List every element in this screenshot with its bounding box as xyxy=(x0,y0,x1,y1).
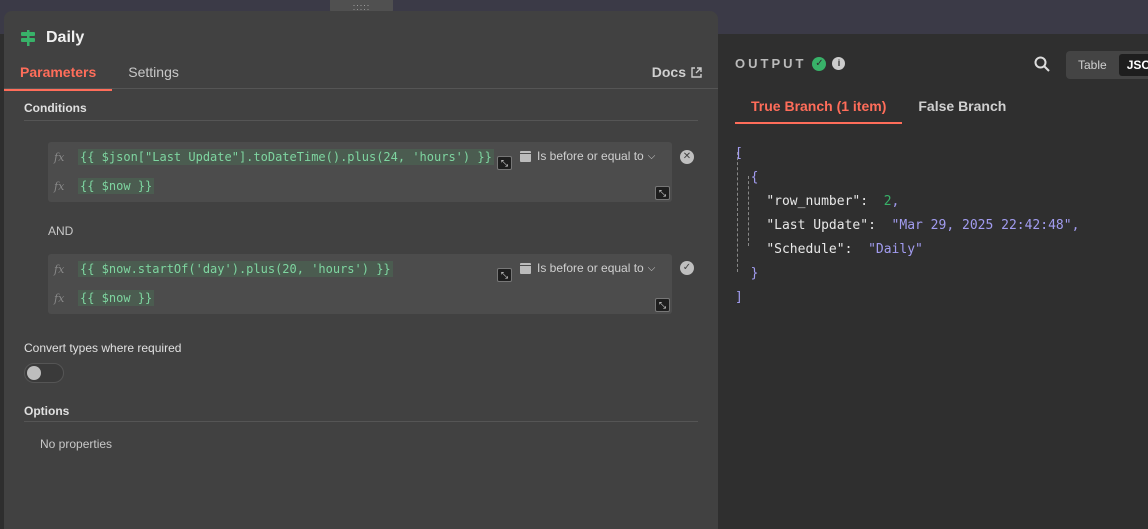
convert-types-label: Convert types where required xyxy=(24,341,182,355)
fx-icon: fx xyxy=(54,291,65,305)
fx-icon: fx xyxy=(54,262,65,276)
condition-1: fx {{ $json["Last Update"].toDateTime().… xyxy=(48,142,672,202)
condition-2-operator-label: Is before or equal to xyxy=(537,261,644,275)
json-row: "row_number": 2, xyxy=(766,194,900,209)
expand-editor-icon[interactable]: ⤡ xyxy=(497,156,512,170)
tab-true-branch[interactable]: True Branch (1 item) xyxy=(735,96,903,124)
json-output: [ { "row_number": 2, "Last Update": "Mar… xyxy=(735,142,1079,310)
json-open-array: [ xyxy=(735,146,743,161)
output-panel: OUTPUT ✓ i Table JSON True Branch (1 ite… xyxy=(718,34,1148,529)
condition-2-right-expression[interactable]: {{ $now }} xyxy=(78,290,155,306)
expand-editor-icon[interactable]: ⤡ xyxy=(655,186,670,200)
calendar-icon xyxy=(520,262,531,274)
view-switch: Table JSON xyxy=(1066,51,1148,79)
json-value: 2 xyxy=(883,194,892,209)
branch-tabs: True Branch (1 item) False Branch xyxy=(735,96,1022,124)
combinator-label: AND xyxy=(48,224,74,238)
tab-parameters[interactable]: Parameters xyxy=(4,59,113,91)
json-value: "Mar 29, 2025 22:42:48" xyxy=(891,218,1072,233)
check-condition-icon[interactable]: ✓ xyxy=(680,261,694,275)
condition-1-right-expression[interactable]: {{ $now }} xyxy=(78,178,155,194)
json-close-object: } xyxy=(735,266,759,281)
chevron-down-icon: ⌵ xyxy=(647,262,656,274)
json-key: "Last Update" xyxy=(766,218,869,233)
tab-settings[interactable]: Settings xyxy=(112,59,195,91)
json-key: "Schedule" xyxy=(766,242,845,257)
convert-types-toggle[interactable] xyxy=(24,363,64,383)
tab-false-branch[interactable]: False Branch xyxy=(902,96,1022,124)
calendar-icon xyxy=(520,150,531,162)
conditions-title: Conditions xyxy=(24,101,87,115)
json-value: "Daily" xyxy=(868,242,923,257)
panel-header: Daily Parameters Settings Docs xyxy=(4,11,718,91)
info-icon[interactable]: i xyxy=(832,57,846,70)
condition-1-operator[interactable]: Is before or equal to ⌵ xyxy=(520,149,655,163)
search-icon[interactable] xyxy=(1034,56,1050,72)
node-parameters-panel: Daily Parameters Settings Docs Condition… xyxy=(4,11,718,529)
expand-editor-icon[interactable]: ⤡ xyxy=(655,298,670,312)
json-close-array: ] xyxy=(735,290,743,305)
external-link-icon xyxy=(691,66,702,78)
node-title: Daily xyxy=(18,28,84,48)
condition-2: fx {{ $now.startOf('day').plus(20, 'hour… xyxy=(48,254,672,314)
view-table-option[interactable]: Table xyxy=(1066,58,1119,72)
output-header: OUTPUT ✓ i xyxy=(735,56,846,71)
divider xyxy=(24,421,698,422)
divider xyxy=(24,120,698,121)
condition-2-right[interactable]: fx {{ $now }} xyxy=(48,284,672,312)
filter-signpost-icon xyxy=(21,30,35,46)
condition-1-right[interactable]: fx {{ $now }} xyxy=(48,172,672,200)
condition-1-operator-label: Is before or equal to xyxy=(537,149,644,163)
chevron-down-icon: ⌵ xyxy=(647,150,656,162)
json-key: "row_number" xyxy=(766,194,861,209)
condition-2-operator[interactable]: Is before or equal to ⌵ xyxy=(520,261,655,275)
node-name: Daily xyxy=(46,29,85,46)
toggle-knob xyxy=(27,366,41,380)
view-json-option[interactable]: JSON xyxy=(1118,54,1148,76)
json-open-object: { xyxy=(735,170,759,185)
condition-1-left-expression[interactable]: {{ $json["Last Update"].toDateTime().plu… xyxy=(78,149,494,165)
expand-editor-icon[interactable]: ⤡ xyxy=(497,268,512,282)
options-title: Options xyxy=(24,404,70,418)
docs-label: Docs xyxy=(651,64,686,80)
remove-condition-icon[interactable]: ✕ xyxy=(680,150,694,164)
success-check-icon: ✓ xyxy=(812,56,827,71)
fx-icon: fx xyxy=(54,179,65,193)
json-row: "Schedule": "Daily" xyxy=(766,242,923,257)
docs-link[interactable]: Docs xyxy=(652,64,702,80)
output-title: OUTPUT xyxy=(735,56,807,71)
json-row: "Last Update": "Mar 29, 2025 22:42:48", xyxy=(766,218,1080,233)
condition-2-left-expression[interactable]: {{ $now.startOf('day').plus(20, 'hours')… xyxy=(78,261,393,277)
panel-tabs: Parameters Settings xyxy=(4,59,195,91)
no-properties-text: No properties xyxy=(40,437,113,451)
fx-icon: fx xyxy=(54,150,65,164)
